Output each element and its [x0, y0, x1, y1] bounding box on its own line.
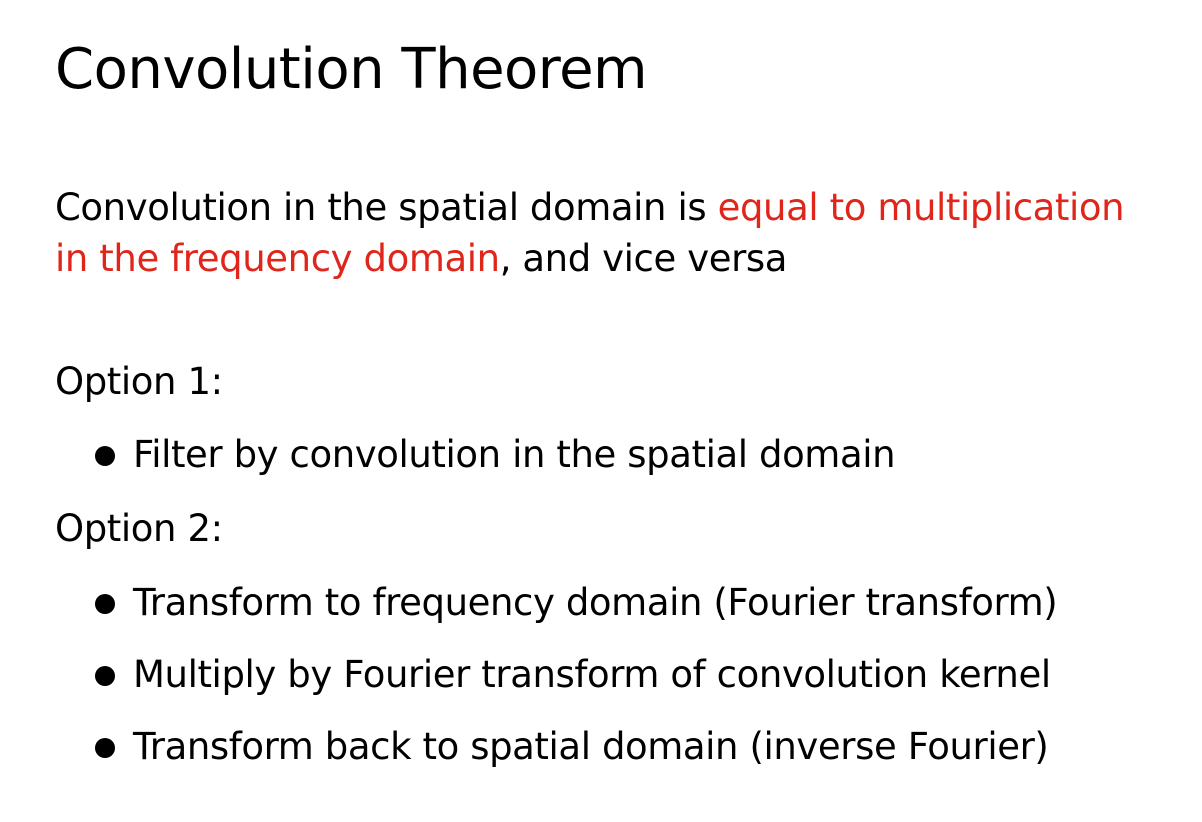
option-1-label: Option 1:: [55, 360, 223, 403]
bullet-text: Transform back to spatial domain (invers…: [133, 725, 1049, 768]
statement-text-plain: , and vice versa: [499, 237, 788, 280]
bullet-text: Filter by convolution in the spatial dom…: [133, 433, 896, 476]
option-1-list: Filter by convolution in the spatial dom…: [93, 431, 896, 479]
option-2-list: Transform to frequency domain (Fourier t…: [93, 579, 1058, 795]
statement-text-highlight: in the frequency domain: [55, 237, 500, 280]
list-item: Transform to frequency domain (Fourier t…: [93, 579, 1058, 627]
bullet-icon: [95, 594, 115, 614]
statement-line-2: in the frequency domain, and vice versa: [55, 233, 1195, 284]
statement-text-highlight: equal to multiplication: [717, 186, 1125, 229]
option-2-label: Option 2:: [55, 507, 223, 550]
bullet-icon: [95, 446, 115, 466]
statement-line-1: Convolution in the spatial domain is equ…: [55, 182, 1195, 233]
bullet-icon: [95, 738, 115, 758]
theorem-statement: Convolution in the spatial domain is equ…: [55, 182, 1195, 284]
list-item: Transform back to spatial domain (invers…: [93, 723, 1057, 771]
slide: Convolution Theorem Convolution in the s…: [0, 0, 1202, 822]
statement-text-plain: Convolution in the spatial domain is: [55, 186, 718, 229]
list-item: Filter by convolution in the spatial dom…: [93, 431, 896, 479]
bullet-icon: [95, 666, 115, 686]
bullet-text: Transform to frequency domain (Fourier t…: [133, 581, 1058, 624]
list-item: Multiply by Fourier transform of convolu…: [93, 651, 1057, 699]
slide-title: Convolution Theorem: [55, 37, 648, 102]
bullet-text: Multiply by Fourier transform of convolu…: [133, 653, 1051, 696]
